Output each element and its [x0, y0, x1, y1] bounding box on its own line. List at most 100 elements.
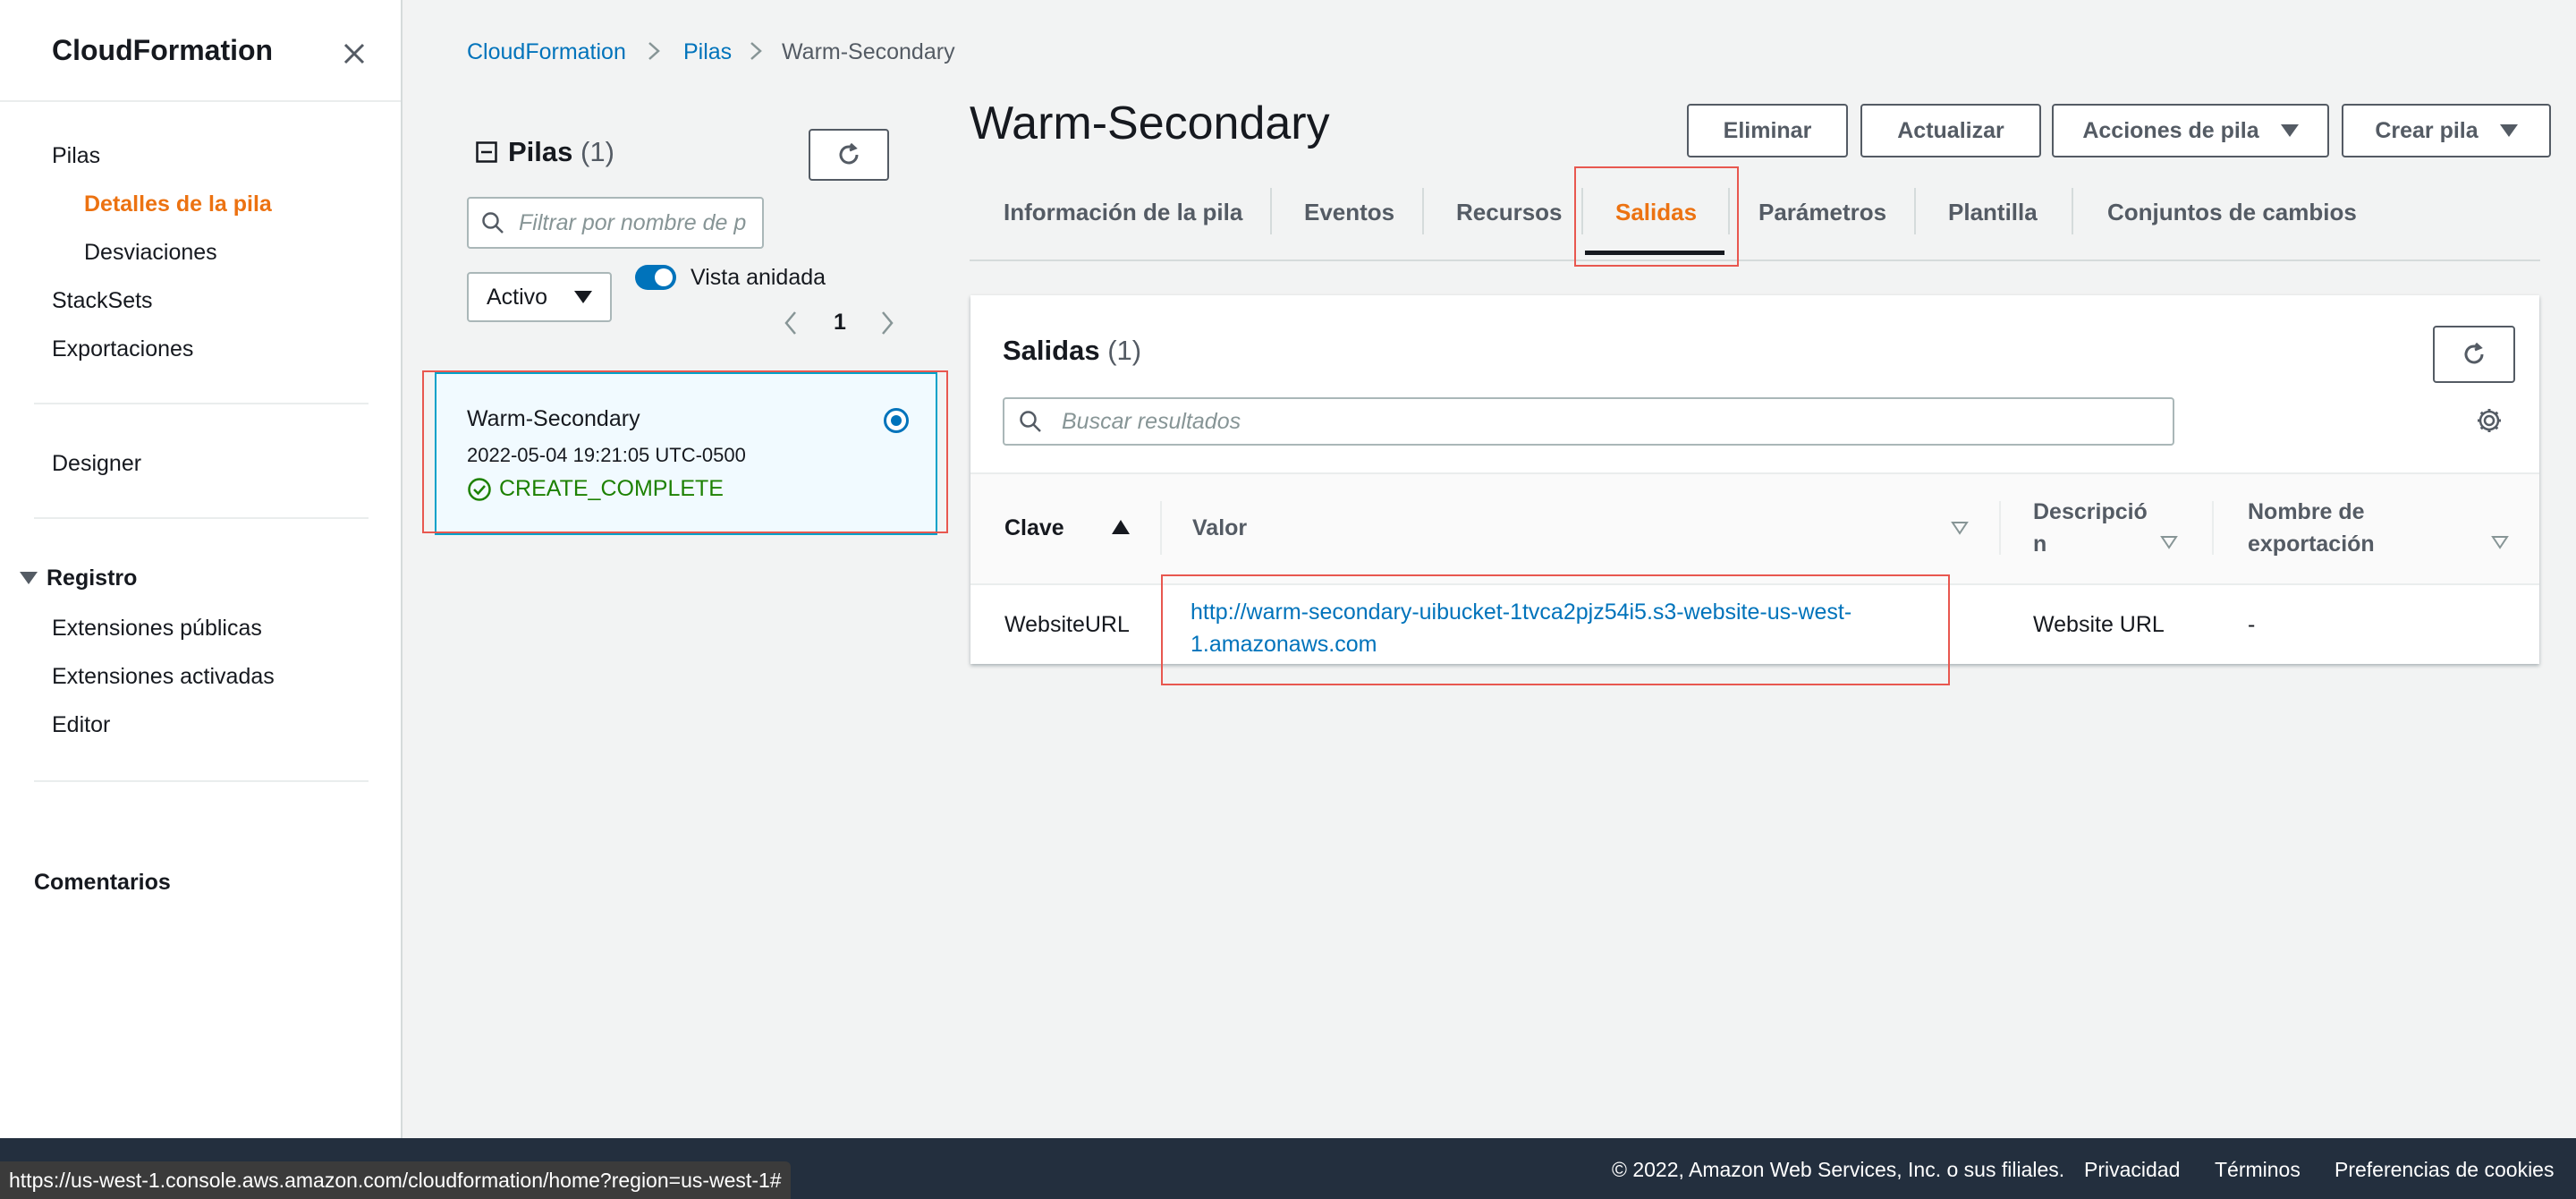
- stacks-refresh-button[interactable]: [809, 129, 889, 181]
- caret-down-icon: [2280, 124, 2299, 137]
- col-header-export-line2: exportación: [2248, 531, 2375, 557]
- create-stack-button[interactable]: Crear pila: [2342, 104, 2551, 157]
- collapse-icon[interactable]: [476, 141, 497, 163]
- refresh-icon: [2464, 342, 2484, 364]
- tab-stack-info[interactable]: Información de la pila: [1004, 199, 1242, 226]
- sidebar-item-exports[interactable]: Exportaciones: [52, 336, 193, 362]
- sidebar-item-pilas[interactable]: Pilas: [52, 143, 100, 169]
- stack-status-text: CREATE_COMPLETE: [499, 476, 724, 501]
- stack-radio[interactable]: [884, 408, 909, 433]
- sidebar-item-editor[interactable]: Editor: [52, 712, 110, 738]
- row-key: WebsiteURL: [1004, 612, 1130, 637]
- stacks-filter-input[interactable]: [467, 197, 764, 249]
- row-description: Website URL: [2033, 612, 2165, 637]
- create-stack-label: Crear pila: [2375, 117, 2479, 143]
- delete-button[interactable]: Eliminar: [1687, 104, 1848, 157]
- chevron-right-icon[interactable]: [878, 310, 896, 336]
- col-header-export[interactable]: Nombre de exportación: [2248, 496, 2375, 560]
- divider: [34, 403, 369, 404]
- stack-actions-label: Acciones de pila: [2082, 117, 2259, 143]
- col-header-value[interactable]: Valor: [1192, 512, 1247, 544]
- status-bar-url: https://us-west-1.console.aws.amazon.com…: [0, 1161, 791, 1199]
- nested-view-toggle[interactable]: [635, 265, 676, 290]
- stacks-filter-field[interactable]: [517, 208, 762, 237]
- breadcrumb-current: Warm-Secondary: [782, 39, 955, 64]
- col-header-description[interactable]: Descripció n: [2033, 496, 2148, 560]
- stacks-panel: Pilas (1) Activo Vista anidada 1 Warm-Se…: [435, 98, 937, 1138]
- row-value-line1: http://warm-secondary-uibucket-1tvca2pjz…: [1191, 600, 1852, 625]
- tab-divider: [1728, 188, 1730, 234]
- outputs-header: Salidas (1): [1003, 335, 1141, 367]
- stacks-title: Pilas: [508, 136, 573, 167]
- close-icon[interactable]: [336, 36, 372, 72]
- outputs-search-input[interactable]: [1003, 397, 2174, 446]
- footer-cookies-link[interactable]: Preferencias de cookies: [2334, 1158, 2554, 1182]
- chevron-right-icon: [648, 42, 660, 60]
- breadcrumb-cloudformation[interactable]: CloudFormation: [467, 39, 626, 65]
- sidebar-item-designer[interactable]: Designer: [52, 451, 141, 477]
- tab-change-sets[interactable]: Conjuntos de cambios: [2107, 199, 2357, 226]
- row-export: -: [2248, 612, 2256, 637]
- tab-divider: [1270, 188, 1272, 234]
- footer-privacy-link[interactable]: Privacidad: [2084, 1158, 2180, 1182]
- row-value-line2: 1.amazonaws.com: [1191, 632, 1377, 657]
- outputs-card: Salidas (1) Clave Valor Descripció n Nom…: [970, 295, 2539, 664]
- row-value-link[interactable]: http://warm-secondary-uibucket-1tvca2pjz…: [1191, 596, 1852, 660]
- footer-terms-link[interactable]: Términos: [2215, 1158, 2301, 1182]
- col-header-key[interactable]: Clave: [1004, 512, 1064, 544]
- sidebar-item-drifts[interactable]: Desviaciones: [84, 240, 217, 266]
- outputs-title: Salidas: [1003, 335, 1100, 366]
- tab-divider: [1422, 188, 1424, 234]
- tab-resources[interactable]: Recursos: [1456, 199, 1563, 226]
- comments-link[interactable]: Comentarios: [34, 870, 171, 896]
- tab-outputs[interactable]: Salidas: [1615, 199, 1697, 226]
- table-row: WebsiteURL http://warm-secondary-uibucke…: [970, 585, 2539, 664]
- col-divider: [2212, 501, 2214, 555]
- tab-template[interactable]: Plantilla: [1948, 199, 2038, 226]
- sidebar-item-public-extensions[interactable]: Extensiones públicas: [52, 616, 262, 642]
- outputs-count: (1): [1107, 335, 1142, 366]
- tab-divider: [1914, 188, 1916, 234]
- stack-list-item[interactable]: Warm-Secondary 2022-05-04 19:21:05 UTC-0…: [435, 372, 937, 535]
- refresh-icon: [839, 142, 859, 165]
- nested-view-label: Vista anidada: [691, 265, 826, 290]
- divider: [34, 780, 369, 782]
- chevron-left-icon[interactable]: [782, 310, 800, 336]
- stack-date: 2022-05-04 19:21:05 UTC-0500: [467, 444, 746, 466]
- sort-icon[interactable]: [1951, 521, 1969, 535]
- search-icon: [482, 212, 504, 234]
- sidebar-section-registro[interactable]: Registro: [20, 565, 137, 591]
- search-icon: [1020, 411, 1041, 432]
- stack-name: Warm-Secondary: [467, 406, 640, 431]
- status-select[interactable]: Activo: [467, 272, 612, 322]
- col-divider: [1999, 501, 2001, 555]
- stack-actions-button[interactable]: Acciones de pila: [2052, 104, 2329, 157]
- stacks-header: Pilas (1): [476, 136, 614, 168]
- col-header-description-line1: Descripció: [2033, 499, 2148, 524]
- tab-parameters[interactable]: Parámetros: [1758, 199, 1886, 226]
- outputs-search-field[interactable]: [1060, 407, 2173, 436]
- page-title: Warm-Secondary: [970, 98, 1330, 149]
- sort-icon[interactable]: [2491, 535, 2509, 549]
- sort-asc-icon[interactable]: [1112, 520, 1130, 534]
- sidebar: CloudFormation Pilas Detalles de la pila…: [0, 0, 402, 1138]
- sidebar-item-activated-extensions[interactable]: Extensiones activadas: [52, 664, 275, 690]
- page-number[interactable]: 1: [834, 310, 846, 336]
- col-header-export-line1: Nombre de: [2248, 499, 2365, 524]
- footer-copyright: © 2022, Amazon Web Services, Inc. o sus …: [1612, 1158, 2065, 1181]
- tab-divider: [2072, 188, 2073, 234]
- outputs-refresh-button[interactable]: [2433, 326, 2515, 383]
- update-button[interactable]: Actualizar: [1860, 104, 2041, 157]
- gear-icon[interactable]: [2475, 406, 2504, 435]
- tab-events[interactable]: Eventos: [1304, 199, 1394, 226]
- tabs-baseline: [970, 259, 2540, 261]
- col-divider: [1160, 501, 1162, 555]
- sort-icon[interactable]: [2160, 535, 2178, 549]
- sidebar-item-stack-details[interactable]: Detalles de la pila: [84, 191, 272, 217]
- stacks-count: (1): [580, 136, 614, 167]
- stack-status: CREATE_COMPLETE: [467, 476, 724, 502]
- tab-divider: [1581, 188, 1583, 234]
- sidebar-item-stacksets[interactable]: StackSets: [52, 288, 153, 314]
- tab-active-indicator: [1585, 251, 1724, 255]
- breadcrumb-pilas[interactable]: Pilas: [683, 39, 732, 65]
